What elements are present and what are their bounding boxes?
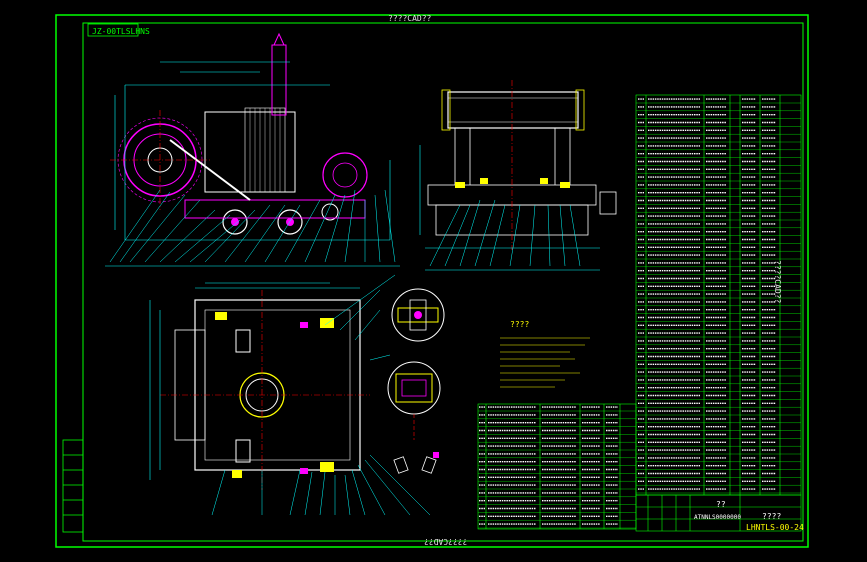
detail-view-b [387,361,441,440]
drawing-title-bottom: ????CAD?? [424,537,468,546]
reference-code: JZ-00TLSLHNS [92,27,150,36]
cad-drawing-sheet [55,14,809,548]
binding-strip [62,439,84,533]
title-block-sub-code: ATNNLS0000000 [694,514,741,521]
drawing-title-top: ????CAD?? [388,14,432,23]
side-view [105,32,400,267]
plan-view [149,274,431,516]
technical-note-title: ???? [510,320,530,329]
drawing-title-side: ????CAD?? [773,260,782,304]
inner-frame [82,22,804,542]
title-block-drawing-number: LHNTLS-00-24 [746,523,804,532]
front-view [419,80,617,271]
small-parts [393,452,439,474]
title-block-label-2: ???? [762,512,782,521]
title-block-label-1: ?? [716,500,726,509]
technical-notes [500,337,590,388]
parts-list-bottom-rows [478,406,636,529]
detail-view-a [391,288,445,342]
